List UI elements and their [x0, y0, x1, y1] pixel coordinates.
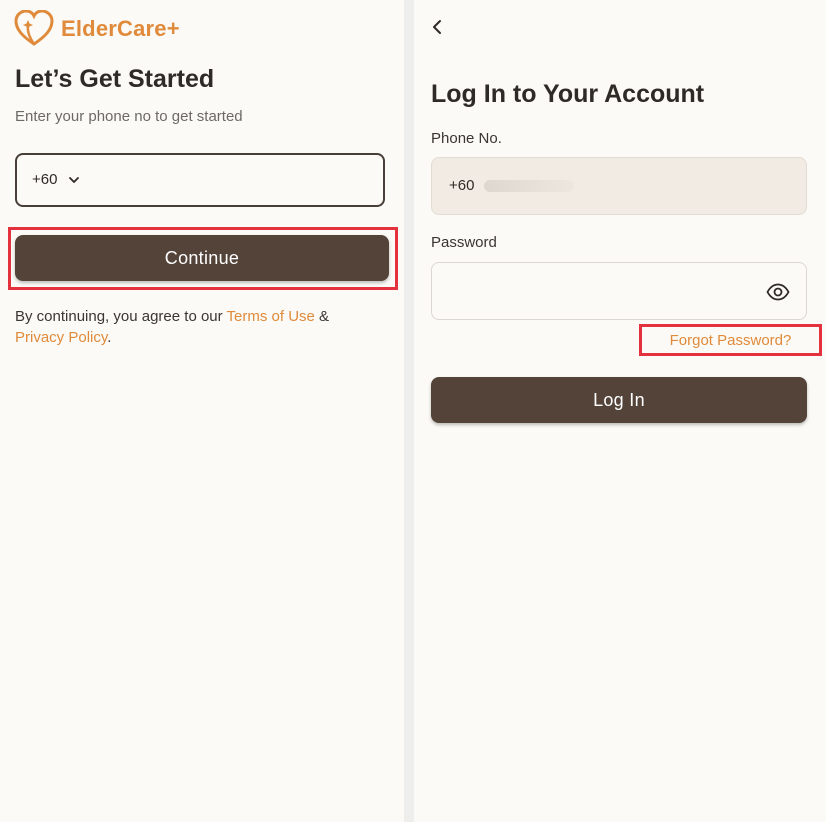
- continue-button[interactable]: Continue: [15, 235, 389, 281]
- eye-icon[interactable]: [766, 280, 790, 304]
- page-title: Log In to Your Account: [431, 80, 705, 108]
- heart-logo-icon: [14, 9, 54, 48]
- terms-prefix: By continuing, you agree to our: [15, 308, 227, 325]
- terms-suffix: .: [107, 329, 112, 346]
- country-code-selector[interactable]: +60: [32, 171, 57, 188]
- app-logo-text: ElderCare+: [61, 16, 180, 41]
- terms-ampersand: &: [314, 308, 330, 325]
- page-subtitle: Enter your phone no to get started: [15, 108, 243, 125]
- forgot-password-link[interactable]: Forgot Password?: [642, 327, 819, 353]
- phone-label: Phone No.: [431, 130, 502, 147]
- privacy-policy-link[interactable]: Privacy Policy: [15, 329, 107, 346]
- login-button[interactable]: Log In: [431, 377, 807, 423]
- terms-of-use-link[interactable]: Terms of Use: [227, 308, 315, 325]
- password-label: Password: [431, 234, 497, 251]
- phone-input[interactable]: +60: [15, 153, 385, 207]
- redacted-phone-number: [484, 180, 574, 192]
- get-started-screen: ElderCare+ Let’s Get Started Enter your …: [0, 0, 404, 822]
- phone-field[interactable]: +60: [431, 157, 807, 215]
- chevron-down-icon[interactable]: [67, 173, 81, 187]
- phone-value: +60: [449, 177, 475, 194]
- password-field[interactable]: [431, 262, 807, 320]
- forgot-password-highlight: Forgot Password?: [639, 324, 822, 356]
- page-title: Let’s Get Started: [15, 65, 215, 93]
- login-screen: Log In to Your Account Phone No. +60 Pas…: [414, 0, 826, 822]
- chevron-left-icon[interactable]: [429, 18, 447, 36]
- terms-text: By continuing, you agree to our Terms of…: [15, 306, 385, 348]
